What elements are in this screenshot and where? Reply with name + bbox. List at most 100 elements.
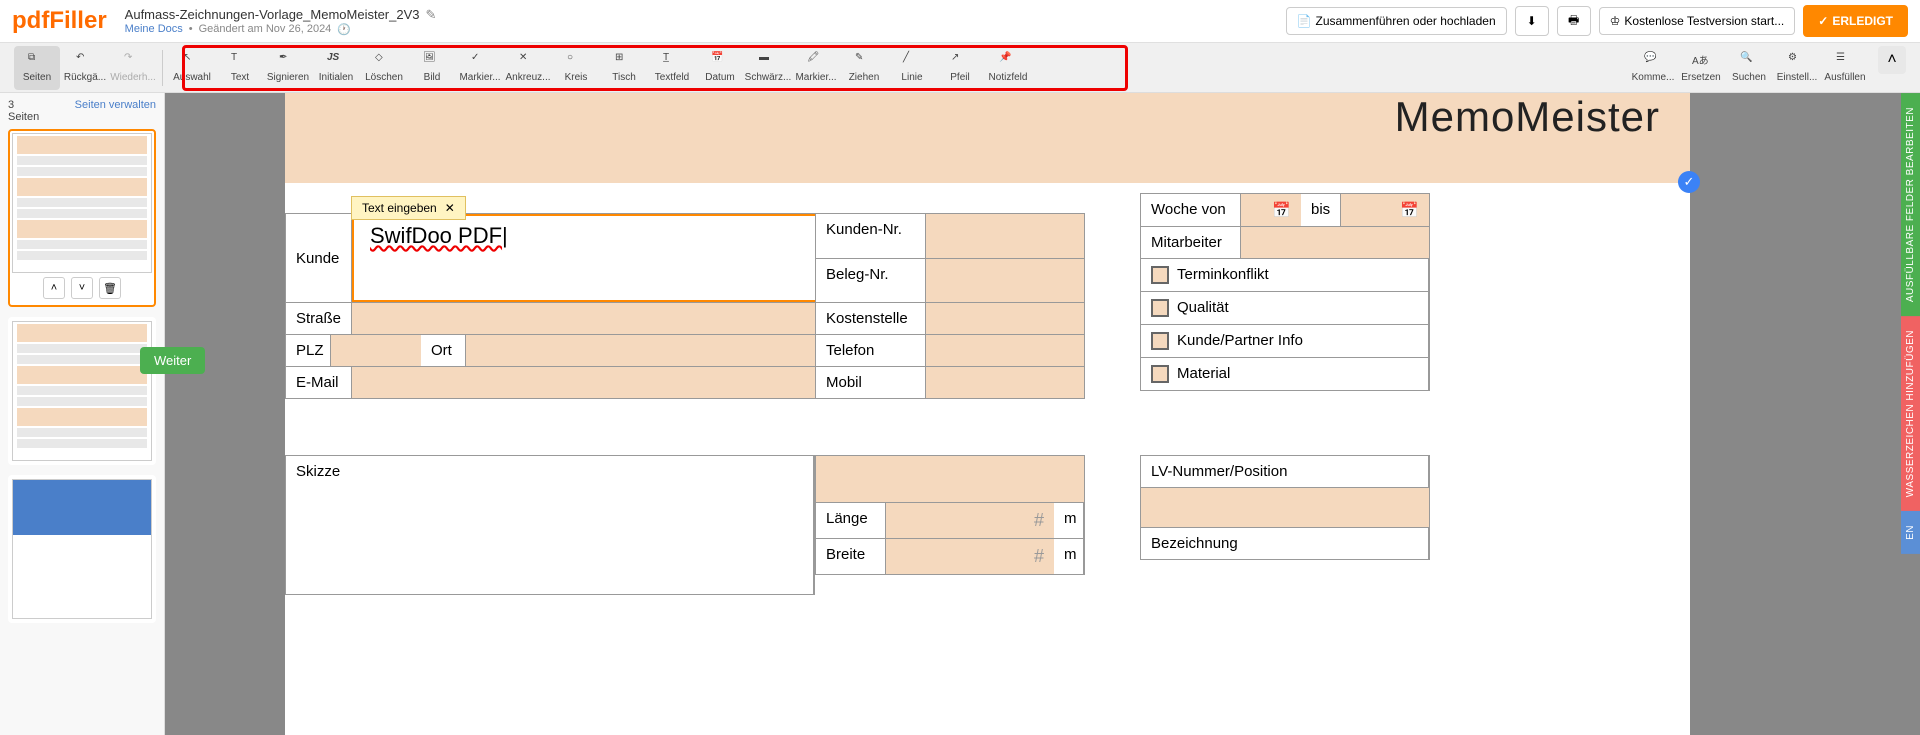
checkbox-icon[interactable] xyxy=(1151,365,1169,383)
checkbox-icon[interactable] xyxy=(1151,266,1169,284)
search-button[interactable]: 🔍Suchen xyxy=(1726,46,1772,90)
erase-icon: ◇ xyxy=(375,52,393,70)
pages-panel-button[interactable]: ⧉Seiten xyxy=(14,46,60,90)
mitarbeiter-field[interactable] xyxy=(1241,227,1429,258)
comment-button[interactable]: 💬Komme... xyxy=(1630,46,1676,90)
edit-title-icon[interactable]: ✎ xyxy=(426,7,437,23)
initials-icon: JS xyxy=(327,52,345,70)
highlight-tool[interactable]: 🖍Markier... xyxy=(793,46,839,90)
my-docs-link[interactable]: Meine Docs xyxy=(125,23,183,35)
select-tool[interactable]: ↖Auswahl xyxy=(169,46,215,90)
material-row[interactable]: Material xyxy=(1141,358,1429,390)
done-button[interactable]: ✓ ERLEDIGT xyxy=(1803,5,1908,37)
woche-von-field[interactable]: 📅 xyxy=(1241,194,1301,226)
thumbnail-1[interactable]: 1 1/46 ˄ ˅ 🗑 xyxy=(8,129,156,307)
laenge-field[interactable]: # xyxy=(886,503,1054,538)
merge-upload-button[interactable]: 📄 Zusammenführen oder hochladen xyxy=(1286,7,1507,35)
text-tool[interactable]: TText xyxy=(217,46,263,90)
thumbnail-3[interactable]: 3 xyxy=(8,475,156,623)
tooltip-text: Text eingeben xyxy=(362,201,437,215)
pin-icon: 📌 xyxy=(999,52,1017,70)
undo-button[interactable]: ↶Rückgä... xyxy=(62,46,108,90)
belegnr-field[interactable] xyxy=(926,259,1084,302)
arrow-tool[interactable]: ↗Pfeil xyxy=(937,46,983,90)
thumb-delete-button[interactable]: 🗑 xyxy=(99,277,121,299)
qualitaet-row[interactable]: Qualität xyxy=(1141,292,1429,324)
document-canvas[interactable]: ✓ MemoMeister Text eingeben ✕ Kunde Swif… xyxy=(165,93,1920,735)
cross-icon: ✕ xyxy=(519,52,537,70)
bis-field[interactable]: 📅 xyxy=(1341,194,1429,226)
kundepartner-row[interactable]: Kunde/Partner Info xyxy=(1141,325,1429,357)
sticky-tool[interactable]: 📌Notizfeld xyxy=(985,46,1031,90)
kostenstelle-field[interactable] xyxy=(926,303,1084,334)
skizze-block: Skizze xyxy=(285,455,815,595)
image-tool[interactable]: 🖼Bild xyxy=(409,46,455,90)
textfield-tool[interactable]: T̲Textfeld xyxy=(649,46,695,90)
draw-tool[interactable]: ✎Ziehen xyxy=(841,46,887,90)
initials-label: Initialen xyxy=(319,72,353,83)
plz-field[interactable] xyxy=(331,335,421,366)
mobil-field[interactable] xyxy=(926,367,1084,398)
doc-meta: Meine Docs • Geändert am Nov 26, 2024 🕐 xyxy=(125,23,1286,36)
calendar-icon: 📅 xyxy=(1400,202,1419,219)
replace-button[interactable]: AあErsetzen xyxy=(1678,46,1724,90)
date-icon: 📅 xyxy=(711,52,729,70)
table-tool[interactable]: ⊞Tisch xyxy=(601,46,647,90)
weiter-button[interactable]: Weiter xyxy=(140,347,205,374)
fill-button[interactable]: ☰Ausfüllen xyxy=(1822,46,1868,90)
belegnr-label: Beleg-Nr. xyxy=(816,259,926,302)
kundennr-field[interactable] xyxy=(926,214,1084,258)
date-label: Datum xyxy=(705,72,734,83)
download-button[interactable]: ⬇ xyxy=(1515,6,1549,36)
thumb-up-button[interactable]: ˄ xyxy=(43,277,65,299)
erase-tool[interactable]: ◇Löschen xyxy=(361,46,407,90)
third-tab[interactable]: EN xyxy=(1901,511,1920,554)
terminkonflikt-row[interactable]: Terminkonflikt xyxy=(1141,259,1429,291)
watermark-tab[interactable]: WASSERZEICHEN HINZUFÜGEN xyxy=(1901,316,1920,511)
manage-pages-link[interactable]: Seiten verwalten xyxy=(75,99,156,111)
breite-field[interactable]: # xyxy=(886,539,1054,574)
unit-m: m xyxy=(1054,503,1084,538)
blackout-tool[interactable]: ▬Schwärz... xyxy=(745,46,791,90)
week-block: Woche von📅bis📅 Mitarbeiter Terminkonflik… xyxy=(1140,193,1430,391)
cross-label: Ankreuz... xyxy=(505,72,550,83)
sign-tool[interactable]: ✒Signieren xyxy=(265,46,311,90)
close-tooltip-icon[interactable]: ✕ xyxy=(445,201,455,215)
initials-tool[interactable]: JS Initialen xyxy=(313,46,359,90)
thumb-preview xyxy=(12,479,152,619)
plz-label: PLZ xyxy=(286,335,331,366)
trial-button[interactable]: ♔ Kostenlose Testversion start... xyxy=(1599,7,1796,35)
settings-button[interactable]: ⚙Einstell... xyxy=(1774,46,1820,90)
lvnummer-field[interactable] xyxy=(1141,488,1429,527)
circle-tool[interactable]: ○Kreis xyxy=(553,46,599,90)
check-icon: ✓ xyxy=(1818,14,1828,28)
thumbnail-2[interactable]: 2 45 xyxy=(8,317,156,465)
redo-label: Wiederh... xyxy=(110,72,156,83)
date-tool[interactable]: 📅 Datum xyxy=(697,46,743,90)
pages-sidebar: 3 Seiten Seiten verwalten 1 1/46 ˄ ˅ 🗑 2 xyxy=(0,93,165,735)
line-tool[interactable]: ╱Linie xyxy=(889,46,935,90)
gear-icon: ⚙ xyxy=(1788,52,1806,70)
thumb-preview xyxy=(12,321,152,461)
edit-fields-tab[interactable]: AUSFÜLLBARE FELDER BEARBEITEN xyxy=(1901,93,1920,316)
kundepartner-label: Kunde/Partner Info xyxy=(1177,332,1303,349)
telefon-field[interactable] xyxy=(926,335,1084,366)
lv-block: LV-Nummer/Position Bezeichnung xyxy=(1140,455,1430,560)
kostenstelle-label: Kostenstelle xyxy=(816,303,926,334)
checkbox-icon[interactable] xyxy=(1151,332,1169,350)
collapse-toolbar-button[interactable]: ˄ xyxy=(1878,46,1906,74)
kundennr-label: Kunden-Nr. xyxy=(816,214,926,258)
kunde-label: Kunde xyxy=(286,214,352,302)
print-button[interactable]: 🖶 xyxy=(1557,6,1591,36)
cross-tool[interactable]: ✕ Ankreuz... xyxy=(505,46,551,90)
app-header: pdfFiller Aufmass-Zeichnungen-Vorlage_Me… xyxy=(0,0,1920,43)
redo-button[interactable]: ↷Wiederh... xyxy=(110,46,156,90)
highlight-icon: 🖍 xyxy=(807,52,825,70)
thumb-preview xyxy=(12,133,152,273)
checkbox-icon[interactable] xyxy=(1151,299,1169,317)
email-label: E-Mail xyxy=(286,367,352,398)
main-area: 3 Seiten Seiten verwalten 1 1/46 ˄ ˅ 🗑 2 xyxy=(0,93,1920,735)
check-tool[interactable]: ✓Markier... xyxy=(457,46,503,90)
thumb-down-button[interactable]: ˅ xyxy=(71,277,93,299)
replace-icon: Aあ xyxy=(1692,52,1710,70)
